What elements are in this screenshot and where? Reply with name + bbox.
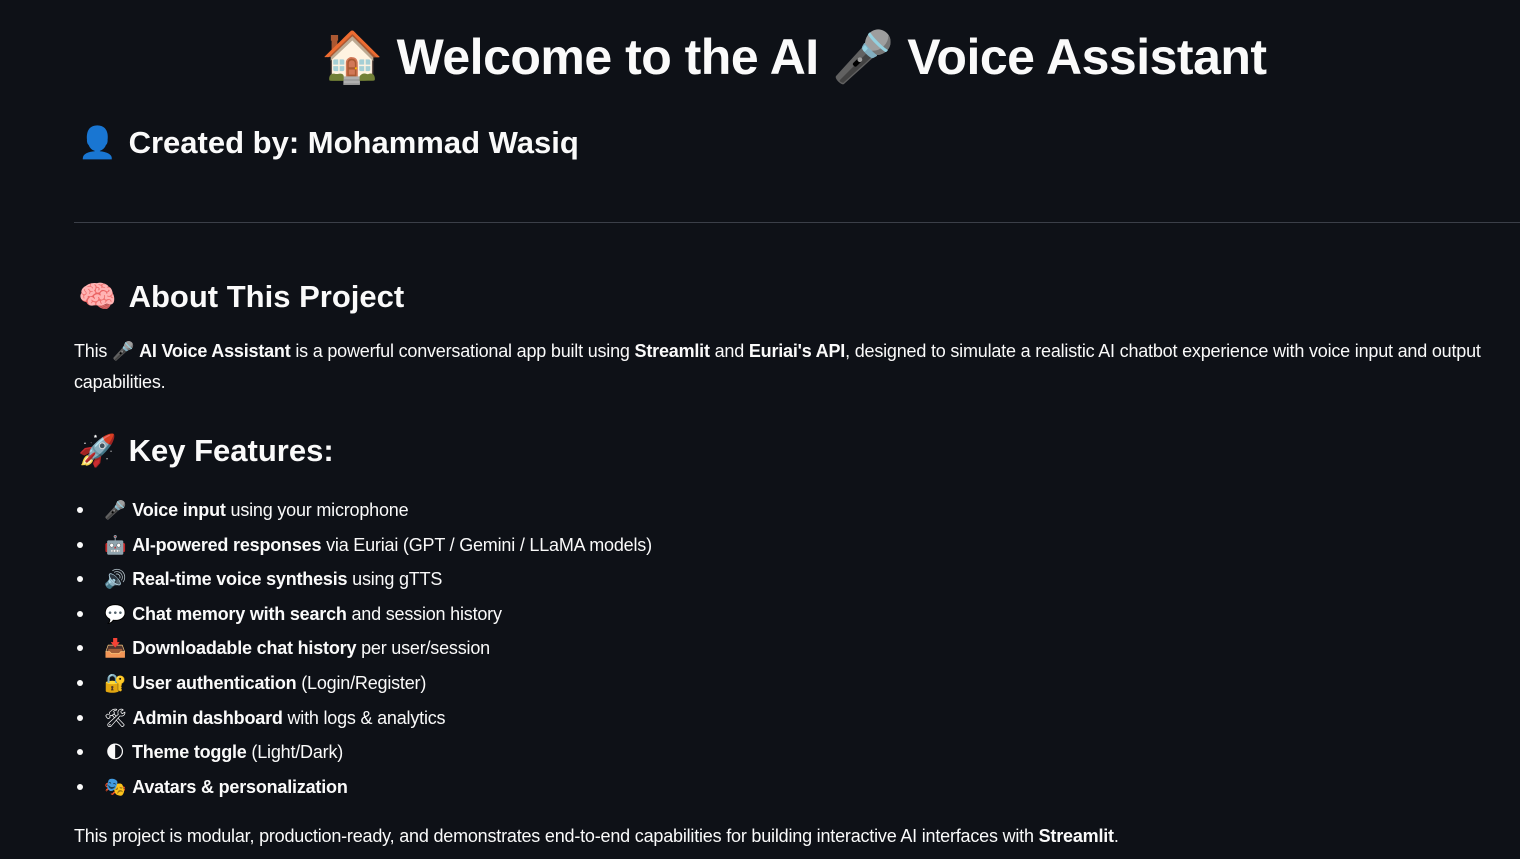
- about-text-3: and: [714, 341, 745, 361]
- about-text-2: is a powerful conversational app built u…: [295, 341, 630, 361]
- footer-text: This project is modular, production-read…: [74, 826, 1034, 846]
- feature-rest: (Light/Dark): [251, 742, 344, 763]
- speaker-icon: 🔊: [104, 569, 127, 591]
- divider: [74, 222, 1520, 223]
- feature-item-avatars: 🎭 Avatars & personalization: [74, 770, 652, 805]
- footer-end: .: [1113, 826, 1119, 846]
- feature-item-chat-memory: 💬 Chat memory with search and session his…: [74, 597, 652, 632]
- about-title: About This Project: [128, 279, 405, 314]
- feature-bold: Admin dashboard: [132, 707, 283, 728]
- feature-rest: via Euriai (GPT / Gemini / LLaMA models): [326, 534, 652, 555]
- features-list: 🎤 Voice input using your microphone 🤖 AI-p…: [74, 493, 652, 804]
- feature-rest: with logs & analytics: [287, 707, 446, 728]
- user-icon: 👤: [78, 125, 117, 160]
- feature-rest: (Login/Register): [301, 672, 427, 693]
- house-icon: 🏠: [321, 28, 384, 86]
- about-paragraph: This 🎤 AI Voice Assistant is a powerful …: [74, 336, 1514, 398]
- feature-item-voice-input: 🎤 Voice input using your microphone: [74, 493, 652, 528]
- app-page: 🏠 Welcome to the AI 🎤 Voice Assistant 👤 C…: [0, 0, 1520, 859]
- about-bold-3: Euriai's API: [748, 341, 846, 361]
- feature-rest: per user/session: [361, 638, 490, 659]
- tools-icon: 🛠: [104, 707, 127, 729]
- author-heading: 👤 Created by: Mohammad Wasiq: [78, 124, 579, 161]
- about-bold-1: AI Voice Assistant: [139, 341, 291, 361]
- rocket-icon: 🚀: [78, 433, 117, 468]
- about-bold-2: Streamlit: [634, 341, 710, 361]
- features-heading: 🚀 Key Features:: [78, 432, 334, 469]
- microphone-icon: 🎤: [832, 28, 894, 86]
- feature-bold: Avatars & personalization: [132, 776, 348, 797]
- inbox-tray-icon: 📥: [104, 638, 127, 660]
- feature-bold: Real-time voice synthesis: [132, 569, 348, 590]
- lock-icon: 🔐: [104, 672, 127, 694]
- footer-paragraph: This project is modular, production-read…: [74, 821, 1119, 852]
- theater-masks-icon: 🎭: [104, 776, 127, 798]
- title-part-2: Voice Assistant: [907, 29, 1267, 85]
- feature-bold: User authentication: [132, 672, 297, 693]
- speech-bubble-icon: 💬: [104, 603, 127, 625]
- features-title: Key Features:: [128, 433, 334, 468]
- feature-rest: using gTTS: [352, 569, 443, 590]
- feature-rest: and session history: [351, 603, 502, 624]
- title-part-1: Welcome to the AI: [396, 29, 820, 85]
- about-text-1: This: [74, 341, 108, 361]
- feature-bold: Chat memory with search: [132, 603, 347, 624]
- feature-bold: Theme toggle: [132, 742, 247, 763]
- page-title: 🏠 Welcome to the AI 🎤 Voice Assistant: [0, 28, 1520, 87]
- brain-icon: 🧠: [78, 279, 117, 314]
- feature-item-theme-toggle: 🌓 Theme toggle (Light/Dark): [74, 735, 652, 770]
- microphone-icon: 🎤: [104, 500, 127, 521]
- about-heading: 🧠 About This Project: [78, 278, 404, 315]
- robot-icon: 🤖: [104, 534, 127, 556]
- footer-bold: Streamlit: [1038, 826, 1114, 846]
- half-moon-icon: 🌓: [105, 742, 125, 764]
- feature-item-admin-dashboard: 🛠 Admin dashboard with logs & analytics: [74, 701, 652, 736]
- feature-item-authentication: 🔐 User authentication (Login/Register): [74, 666, 652, 701]
- feature-bold: AI-powered responses: [132, 534, 322, 555]
- feature-bold: Voice input: [132, 500, 226, 520]
- feature-rest: using your microphone: [230, 500, 409, 520]
- microphone-icon: 🎤: [112, 341, 135, 361]
- feature-item-downloadable-history: 📥 Downloadable chat history per user/sess…: [74, 631, 652, 666]
- feature-item-ai-responses: 🤖 AI-powered responses via Euriai (GPT / …: [74, 528, 652, 563]
- author-text: Created by: Mohammad Wasiq: [128, 125, 579, 160]
- feature-item-voice-synthesis: 🔊 Real-time voice synthesis using gTTS: [74, 562, 652, 597]
- feature-bold: Downloadable chat history: [132, 638, 357, 659]
